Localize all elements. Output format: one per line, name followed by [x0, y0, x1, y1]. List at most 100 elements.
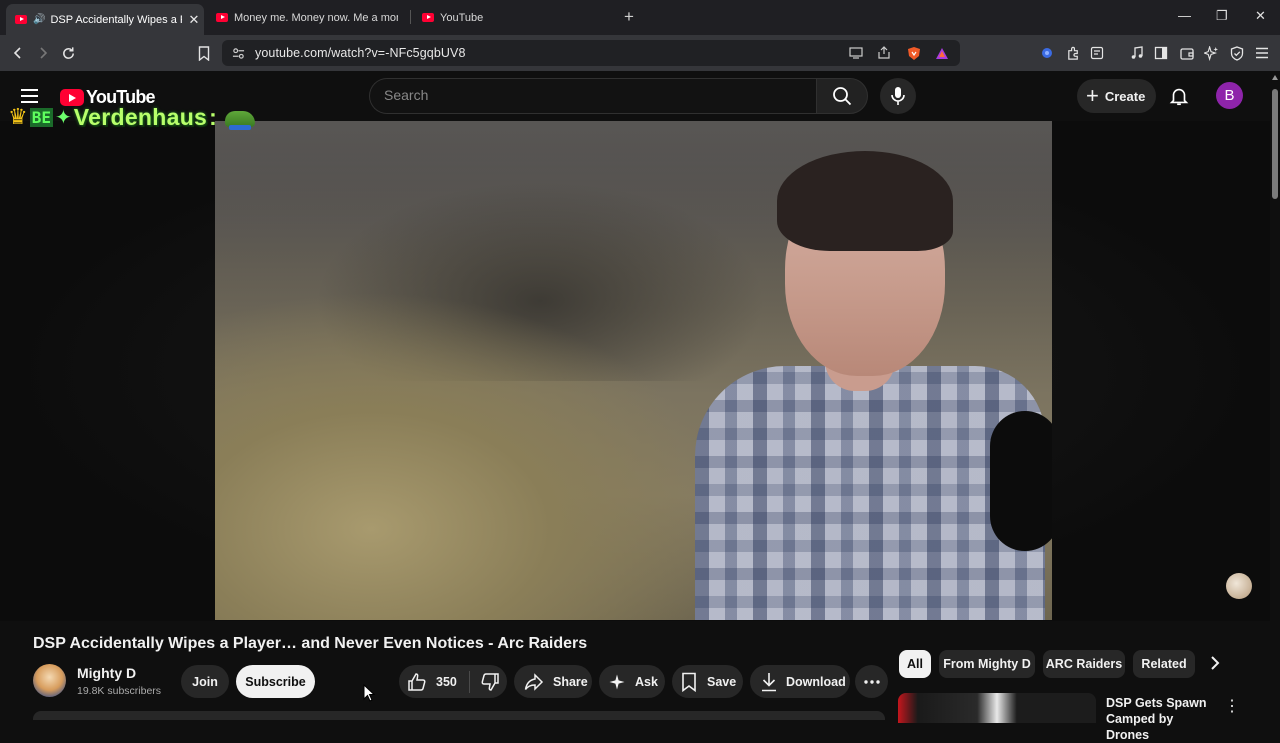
- window-close-icon[interactable]: ✕: [1255, 8, 1266, 24]
- notifications-bell-icon[interactable]: [1168, 85, 1192, 109]
- save-label: Save: [707, 674, 737, 689]
- overlay-colon: :: [209, 103, 217, 130]
- join-button[interactable]: Join: [181, 665, 229, 698]
- overlay-username: Verdenhaus: [73, 103, 208, 130]
- streamer-webcam: [685, 151, 1052, 620]
- share-label: Share: [553, 674, 588, 689]
- ask-button[interactable]: Ask: [599, 665, 665, 698]
- share-button[interactable]: Share: [514, 665, 592, 698]
- forward-icon[interactable]: [33, 43, 53, 63]
- like-dislike-group: 350: [399, 665, 507, 698]
- recommendation-more-icon[interactable]: ⋮: [1224, 696, 1240, 716]
- subscriber-count: 19.8K subscribers: [77, 685, 162, 697]
- crown-icon: ♛: [8, 104, 28, 129]
- chip-related[interactable]: Related: [1133, 650, 1195, 678]
- search-box[interactable]: [369, 78, 817, 114]
- microphone-icon: [891, 87, 905, 105]
- chip-all[interactable]: All: [899, 650, 931, 678]
- like-divider: [468, 670, 470, 693]
- vpn-icon[interactable]: [1037, 43, 1057, 63]
- sparkle-ask-icon: [609, 674, 625, 689]
- channel-name[interactable]: Mighty D: [77, 665, 136, 681]
- new-tab-icon[interactable]: +: [624, 7, 634, 27]
- chip-from-channel[interactable]: From Mighty D: [939, 650, 1035, 678]
- chips-next-chevron-icon[interactable]: [1206, 654, 1226, 674]
- share-arrow-icon: [524, 672, 544, 691]
- tab-money-me[interactable]: Money me. Money now. Me a money: [216, 4, 406, 31]
- tab-title: DSP Accidentally Wipes a Player: [50, 13, 182, 26]
- reader-mode-icon[interactable]: [1087, 43, 1107, 63]
- chip-arc-raiders[interactable]: ARC Raiders: [1043, 650, 1125, 678]
- address-bar[interactable]: youtube.com/watch?v=-NFc5gqbUV8: [222, 40, 960, 66]
- channel-avatar[interactable]: [33, 664, 66, 697]
- create-button[interactable]: + Create: [1077, 79, 1156, 113]
- search-icon: [833, 87, 852, 106]
- wallet-icon[interactable]: [1177, 43, 1197, 63]
- thumbs-up-icon[interactable]: [407, 672, 427, 692]
- site-settings-icon[interactable]: [230, 45, 246, 61]
- sidebar-icon[interactable]: [1151, 43, 1171, 63]
- ask-label: Ask: [635, 674, 658, 689]
- chat-badge: BE: [29, 107, 53, 127]
- leo-ai-icon[interactable]: [1201, 43, 1221, 63]
- search-input[interactable]: [384, 87, 784, 103]
- recommendation-thumbnail[interactable]: [898, 693, 1096, 723]
- voice-search-button[interactable]: [880, 78, 916, 114]
- tab-title: Money me. Money now. Me a money: [234, 11, 398, 24]
- bookmark-save-icon: [682, 672, 696, 692]
- tab-title: YouTube: [440, 11, 484, 24]
- extensions-icon[interactable]: [1063, 43, 1083, 63]
- scrollbar-thumb[interactable]: [1272, 89, 1278, 199]
- tab-separator: [410, 10, 411, 24]
- video-player[interactable]: [215, 121, 1052, 620]
- subscribe-button[interactable]: Subscribe: [236, 665, 315, 698]
- youtube-favicon-icon: [216, 13, 228, 22]
- recommendation-title[interactable]: DSP Gets Spawn Camped by Drones: [1106, 695, 1218, 743]
- url-text: youtube.com/watch?v=-NFc5gqbUV8: [255, 46, 466, 60]
- plus-icon: +: [1086, 83, 1099, 108]
- description-box[interactable]: [33, 711, 885, 720]
- browser-tab-bar: 🔊 DSP Accidentally Wipes a Player ✕ Mone…: [0, 0, 1280, 35]
- download-icon: [762, 672, 776, 691]
- music-icon[interactable]: [1127, 43, 1147, 63]
- account-avatar[interactable]: B: [1216, 82, 1243, 109]
- youtube-favicon-icon: [15, 15, 27, 24]
- mouse-cursor-icon: [363, 683, 376, 707]
- chat-overlay-username: ♛ BE ✦ Verdenhaus :: [8, 100, 255, 134]
- cast-icon[interactable]: [848, 45, 864, 61]
- bookmark-icon[interactable]: [194, 43, 214, 63]
- restore-icon[interactable]: ❐: [1216, 8, 1228, 24]
- minimize-icon[interactable]: —: [1178, 8, 1191, 23]
- scroll-up-icon[interactable]: [1272, 75, 1278, 80]
- create-label: Create: [1104, 88, 1146, 104]
- browser-menu-icon[interactable]: [1252, 43, 1272, 63]
- page-scrollbar[interactable]: [1270, 71, 1280, 720]
- search-button[interactable]: [816, 78, 868, 114]
- download-button[interactable]: Download: [750, 665, 850, 698]
- privacy-shield-icon[interactable]: [1227, 43, 1247, 63]
- youtube-favicon-icon: [422, 13, 434, 22]
- speaker-icon[interactable]: 🔊: [33, 14, 45, 25]
- close-tab-icon[interactable]: ✕: [188, 12, 199, 28]
- tab-youtube[interactable]: YouTube: [422, 4, 602, 31]
- join-label: Join: [192, 674, 218, 689]
- subscribe-label: Subscribe: [245, 674, 306, 689]
- save-button[interactable]: Save: [672, 665, 743, 698]
- reload-icon[interactable]: [58, 43, 78, 63]
- frog-emote-icon: [224, 111, 255, 130]
- microphone-foam: [990, 411, 1052, 551]
- share-page-icon[interactable]: [876, 45, 892, 61]
- brave-shields-icon[interactable]: [906, 45, 922, 61]
- thumbs-down-icon[interactable]: [480, 672, 500, 692]
- tab-dsp-video[interactable]: 🔊 DSP Accidentally Wipes a Player ✕: [6, 4, 204, 35]
- more-horizontal-icon: [863, 679, 880, 684]
- sparkle-icon: ✦: [55, 106, 72, 129]
- brave-rewards-icon[interactable]: [934, 45, 950, 61]
- back-icon[interactable]: [8, 43, 28, 63]
- browser-toolbar: youtube.com/watch?v=-NFc5gqbUV8: [0, 35, 1280, 71]
- more-actions-button[interactable]: [855, 665, 888, 698]
- sticker-icon: [1226, 573, 1252, 599]
- video-title: DSP Accidentally Wipes a Player… and Nev…: [33, 635, 588, 652]
- like-count[interactable]: 350: [436, 675, 457, 689]
- download-label: Download: [786, 674, 846, 689]
